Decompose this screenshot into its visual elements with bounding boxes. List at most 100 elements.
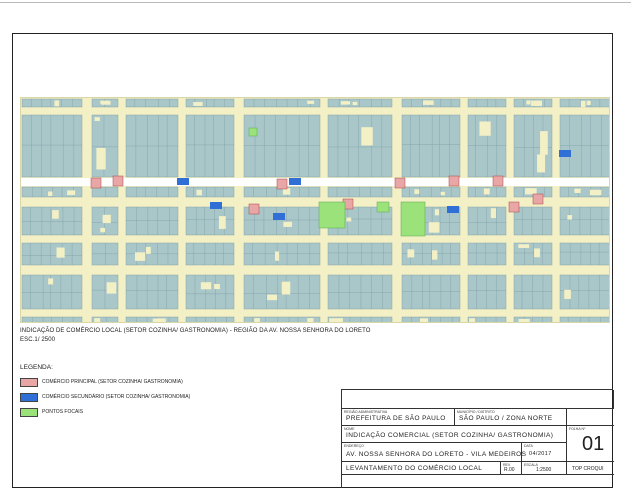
yard bbox=[94, 117, 100, 121]
yard bbox=[307, 318, 314, 322]
city-block bbox=[125, 274, 179, 310]
yard bbox=[567, 215, 573, 220]
cell-blank-right bbox=[566, 408, 614, 426]
yard bbox=[531, 100, 542, 107]
folha-value: 01 bbox=[582, 433, 605, 455]
folha-caption: FOLHA Nº bbox=[569, 427, 586, 431]
city-block bbox=[559, 242, 609, 266]
city-block bbox=[125, 186, 179, 198]
city-block bbox=[327, 242, 393, 266]
yard bbox=[340, 101, 351, 105]
city-block bbox=[21, 98, 83, 108]
city-block bbox=[185, 206, 235, 236]
city-block bbox=[327, 98, 393, 108]
yard bbox=[469, 318, 476, 322]
municipio-value: SÃO PAULO / ZONA NORTE bbox=[459, 415, 553, 422]
rev-value: R.00 bbox=[504, 467, 515, 473]
yard bbox=[196, 189, 202, 196]
legend-label-focais: PONTOS FOCAIS bbox=[42, 409, 84, 415]
yard bbox=[200, 282, 212, 290]
principal-marker bbox=[492, 175, 504, 187]
nome-value: INDICAÇÃO COMERCIAL (SETOR COZINHA/ GAST… bbox=[346, 432, 554, 439]
secundario-marker bbox=[177, 178, 189, 185]
yard bbox=[48, 191, 53, 196]
yard bbox=[352, 101, 358, 106]
yard bbox=[518, 244, 530, 248]
yard bbox=[432, 250, 438, 260]
yard bbox=[361, 127, 373, 146]
principal-marker bbox=[112, 175, 124, 187]
yard bbox=[329, 318, 340, 322]
map-caption-scale: ESC.1/ 2500 bbox=[20, 337, 56, 343]
yard bbox=[54, 100, 60, 107]
cell-regiao: REGIÃO ADMINISTRATIVA PREFEITURA DE SÃO … bbox=[342, 408, 455, 426]
swatch-principal-icon bbox=[20, 378, 38, 387]
city-block bbox=[401, 274, 461, 310]
city-block bbox=[125, 316, 179, 322]
yard bbox=[214, 283, 220, 290]
yard bbox=[48, 278, 54, 285]
city-block bbox=[185, 274, 235, 310]
yard bbox=[483, 188, 490, 195]
cell-nome: NOME INDICAÇÃO COMERCIAL (SETOR COZINHA/… bbox=[342, 425, 567, 443]
yard bbox=[100, 227, 105, 233]
city-block bbox=[21, 206, 83, 236]
city-block bbox=[559, 316, 609, 322]
city-block bbox=[467, 242, 507, 266]
cell-endereco: ENDEREÇO AV. NOSSA SENHORA DO LORETO - V… bbox=[342, 442, 526, 462]
yard bbox=[422, 100, 434, 105]
tipo-value: TOP CROQUI bbox=[572, 466, 604, 472]
secundario-marker bbox=[210, 202, 222, 209]
yard bbox=[96, 147, 106, 170]
secundario-marker bbox=[289, 178, 301, 185]
yard bbox=[440, 191, 445, 196]
focal-marker bbox=[318, 201, 346, 229]
city-block bbox=[21, 242, 83, 266]
city-block bbox=[91, 186, 119, 198]
yard bbox=[407, 249, 415, 258]
yard bbox=[526, 100, 531, 105]
principal-marker bbox=[448, 175, 460, 187]
cell-escala: ESCALA 1:2500 bbox=[521, 461, 567, 475]
yard bbox=[155, 318, 166, 322]
city-block bbox=[559, 186, 609, 198]
title-block-top-band bbox=[342, 390, 614, 409]
city-block bbox=[467, 98, 507, 108]
yard bbox=[419, 318, 428, 322]
yard bbox=[346, 217, 352, 222]
yard bbox=[102, 214, 111, 224]
yard bbox=[586, 100, 591, 105]
yard bbox=[525, 188, 537, 195]
city-block bbox=[243, 242, 321, 266]
endereco-value: AV. NOSSA SENHORA DO LORETO - VILA MEDEI… bbox=[346, 451, 527, 458]
yard bbox=[564, 289, 571, 299]
principal-marker bbox=[248, 203, 260, 215]
cell-assunto: LEVANTAMENTO DO COMÉRCIO LOCAL bbox=[342, 461, 501, 475]
data-value: 04/2017 bbox=[529, 451, 552, 457]
yard bbox=[56, 247, 65, 258]
city-block bbox=[185, 186, 235, 198]
yard bbox=[537, 154, 546, 173]
yard bbox=[67, 190, 76, 196]
city-block bbox=[467, 206, 507, 236]
city-block bbox=[327, 114, 393, 178]
yard bbox=[274, 251, 280, 261]
city-block bbox=[513, 274, 553, 310]
nome-caption: NOME bbox=[344, 427, 355, 431]
yard bbox=[145, 246, 151, 254]
principal-marker bbox=[508, 201, 520, 213]
map-canvas bbox=[21, 98, 609, 322]
yard bbox=[490, 208, 496, 219]
yard bbox=[218, 216, 226, 229]
legend-label-principal: COMÉRCIO PRINCIPAL (SETOR COZINHA/ GASTR… bbox=[42, 379, 183, 385]
escala-value: 1:2500 bbox=[536, 467, 552, 473]
yard bbox=[254, 318, 260, 322]
secundario-marker bbox=[559, 150, 571, 157]
city-block bbox=[185, 316, 235, 322]
principal-marker bbox=[394, 177, 406, 189]
yard bbox=[518, 318, 530, 322]
yard bbox=[281, 281, 291, 295]
yard bbox=[428, 222, 440, 233]
swatch-secundario-icon bbox=[20, 393, 38, 402]
main-avenue bbox=[21, 178, 609, 186]
